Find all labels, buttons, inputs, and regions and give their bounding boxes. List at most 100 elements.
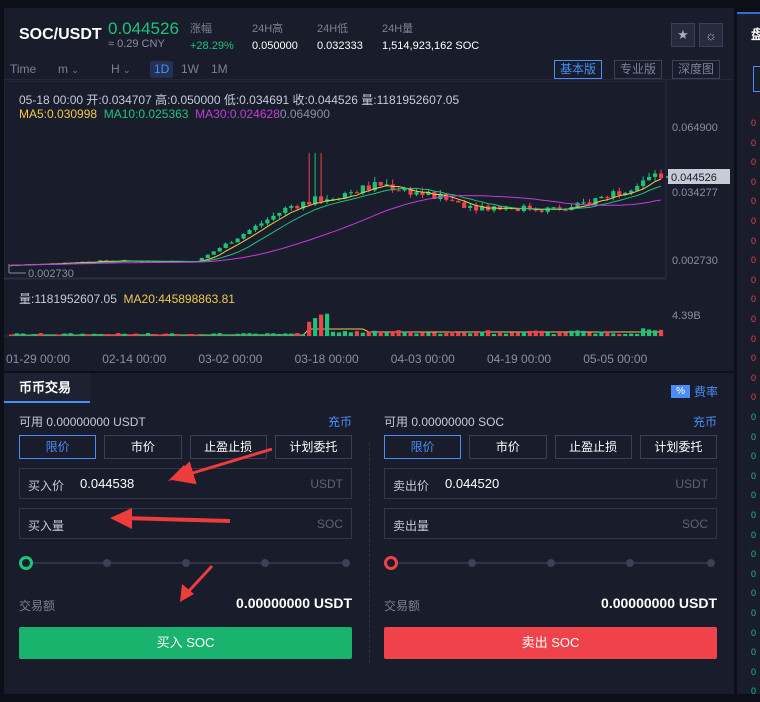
slider-step[interactable] bbox=[261, 559, 269, 567]
candle-body bbox=[396, 190, 401, 192]
time-toggle[interactable]: Time bbox=[6, 61, 40, 78]
orderbook-row-fragment: 0 bbox=[751, 687, 757, 697]
volume-bar bbox=[205, 334, 210, 336]
volume-bar bbox=[575, 330, 580, 336]
stat-high: 24H高 0.050000 bbox=[252, 20, 298, 52]
sell-quantity-input[interactable]: 卖出量 SOC bbox=[384, 508, 717, 539]
candle-body bbox=[635, 186, 640, 191]
slider-step[interactable] bbox=[626, 559, 634, 567]
sell-price-value[interactable]: 0.044520 bbox=[445, 476, 499, 491]
candle-body bbox=[462, 202, 467, 208]
sell-order-stop[interactable]: 止盈止损 bbox=[554, 435, 632, 459]
volume-bar bbox=[313, 318, 318, 336]
sell-button[interactable]: 卖出 SOC bbox=[384, 627, 717, 659]
buy-order-types: 限价 市价 止盈止损 计划委托 bbox=[19, 435, 352, 459]
volume-bar bbox=[658, 329, 664, 336]
sell-percent-slider[interactable] bbox=[384, 553, 717, 573]
buy-quantity-input[interactable]: 买入量 SOC bbox=[19, 508, 352, 539]
orderbook-row-fragment: 0 bbox=[751, 197, 757, 207]
candle-body bbox=[229, 242, 234, 244]
period-1d[interactable]: 1D bbox=[150, 61, 174, 78]
fee-rate-link[interactable]: % 费率 bbox=[671, 383, 718, 400]
volume-bar bbox=[390, 331, 395, 336]
volume-bar bbox=[56, 334, 61, 336]
sell-order-market[interactable]: 市价 bbox=[469, 435, 547, 459]
slider-step[interactable] bbox=[707, 559, 715, 567]
volume-bar bbox=[247, 333, 252, 336]
buy-order-limit[interactable]: 限价 bbox=[19, 435, 97, 459]
buy-order-stop[interactable]: 止盈止损 bbox=[189, 435, 267, 459]
minute-dropdown[interactable]: m ⌄ bbox=[54, 61, 83, 78]
buy-button[interactable]: 买入 SOC bbox=[19, 627, 352, 659]
slider-step[interactable] bbox=[468, 559, 476, 567]
orderbook-row-fragment: 0 bbox=[751, 667, 757, 677]
ma30-extra: 0.064900 bbox=[279, 107, 330, 121]
buy-deposit-link[interactable]: 充币 bbox=[328, 413, 352, 430]
min-price-label: 0.002730 bbox=[28, 268, 74, 280]
sell-available: 可用 0.00000000 SOC 充币 bbox=[384, 413, 717, 429]
slider-step[interactable] bbox=[342, 559, 350, 567]
slider-step[interactable] bbox=[547, 559, 555, 567]
stat-label: 24H量 bbox=[382, 23, 414, 35]
slider-step[interactable] bbox=[103, 559, 111, 567]
kline-chart[interactable]: 0.064900 0.034277 0.002730 0.044526 0.00… bbox=[3, 80, 734, 371]
volume-bar bbox=[545, 332, 550, 336]
volume-bar bbox=[521, 331, 526, 336]
orderbook-tab[interactable] bbox=[753, 66, 760, 92]
orderbook-row-fragment: 0 bbox=[751, 138, 757, 148]
sell-order-limit[interactable]: 限价 bbox=[384, 435, 462, 459]
view-pro[interactable]: 专业版 bbox=[614, 60, 663, 79]
volume-bar bbox=[527, 330, 532, 336]
volume-bar bbox=[104, 334, 109, 336]
period-1m[interactable]: 1M bbox=[207, 61, 232, 78]
price-axis-label: 0.002730 bbox=[672, 255, 718, 267]
buy-price-input[interactable]: 买入价 0.044538 USDT bbox=[19, 468, 352, 499]
period-1w[interactable]: 1W bbox=[177, 61, 203, 78]
theme-toggle-button[interactable]: ☼ bbox=[699, 23, 723, 47]
candle-body bbox=[414, 192, 419, 195]
buy-price-value[interactable]: 0.044538 bbox=[80, 476, 134, 491]
volume-bar bbox=[497, 332, 503, 336]
buy-percent-slider[interactable] bbox=[19, 553, 352, 573]
buy-order-market[interactable]: 市价 bbox=[104, 435, 182, 459]
volume-bar bbox=[134, 333, 139, 336]
volume-bar bbox=[426, 332, 431, 336]
volume-bar bbox=[420, 332, 425, 336]
volume-bar bbox=[271, 333, 276, 336]
buy-quantity-unit: SOC bbox=[316, 517, 343, 531]
buy-order-plan[interactable]: 计划委托 bbox=[274, 435, 352, 459]
slider-handle[interactable] bbox=[19, 556, 33, 570]
view-depth[interactable]: 深度图 bbox=[672, 60, 721, 79]
tab-spot-trading[interactable]: 币币交易 bbox=[4, 373, 90, 403]
candle-body bbox=[575, 202, 580, 207]
slider-step[interactable] bbox=[182, 559, 190, 567]
pair-name[interactable]: SOC/USDT bbox=[19, 26, 102, 44]
fee-rate-label: 费率 bbox=[693, 385, 718, 399]
ohlc-readout: 05-18 00:00 开:0.034707 高:0.050000 低:0.03… bbox=[19, 93, 460, 107]
kline-svg[interactable]: 0.064900 0.034277 0.002730 0.044526 0.00… bbox=[3, 80, 734, 371]
volume-bar bbox=[444, 333, 449, 336]
sell-deposit-link[interactable]: 充币 bbox=[693, 413, 717, 430]
stat-change: 涨幅 +28.29% bbox=[190, 20, 234, 52]
volume-bar bbox=[563, 332, 568, 336]
market-header: SOC/USDT 0.044526 ≈ 0.29 CNY 涨幅 +28.29% … bbox=[4, 8, 734, 58]
sell-price-unit: USDT bbox=[675, 477, 708, 491]
buy-available: 可用 0.00000000 USDT 充币 bbox=[19, 413, 352, 429]
slider-handle[interactable] bbox=[384, 556, 398, 570]
volume-bar bbox=[569, 330, 574, 336]
volume-bar bbox=[605, 331, 610, 336]
last-price: 0.044526 bbox=[108, 19, 179, 38]
volume-bar bbox=[80, 333, 85, 336]
volume-bar bbox=[128, 334, 133, 336]
volume-bar bbox=[330, 331, 336, 336]
buy-quantity-label: 买入量 bbox=[28, 519, 65, 533]
sell-order-plan[interactable]: 计划委托 bbox=[639, 435, 717, 459]
favorite-button[interactable]: ★ bbox=[671, 23, 695, 47]
sell-price-input[interactable]: 卖出价 0.044520 USDT bbox=[384, 468, 717, 499]
volume-bar bbox=[515, 332, 520, 336]
orderbook-row-fragment: 0 bbox=[751, 177, 757, 187]
view-basic[interactable]: 基本版 bbox=[554, 60, 603, 79]
volume-bar bbox=[396, 330, 401, 336]
hour-dropdown[interactable]: H ⌄ bbox=[107, 61, 135, 78]
date-tick-label: 04-19 00:00 bbox=[487, 352, 551, 366]
